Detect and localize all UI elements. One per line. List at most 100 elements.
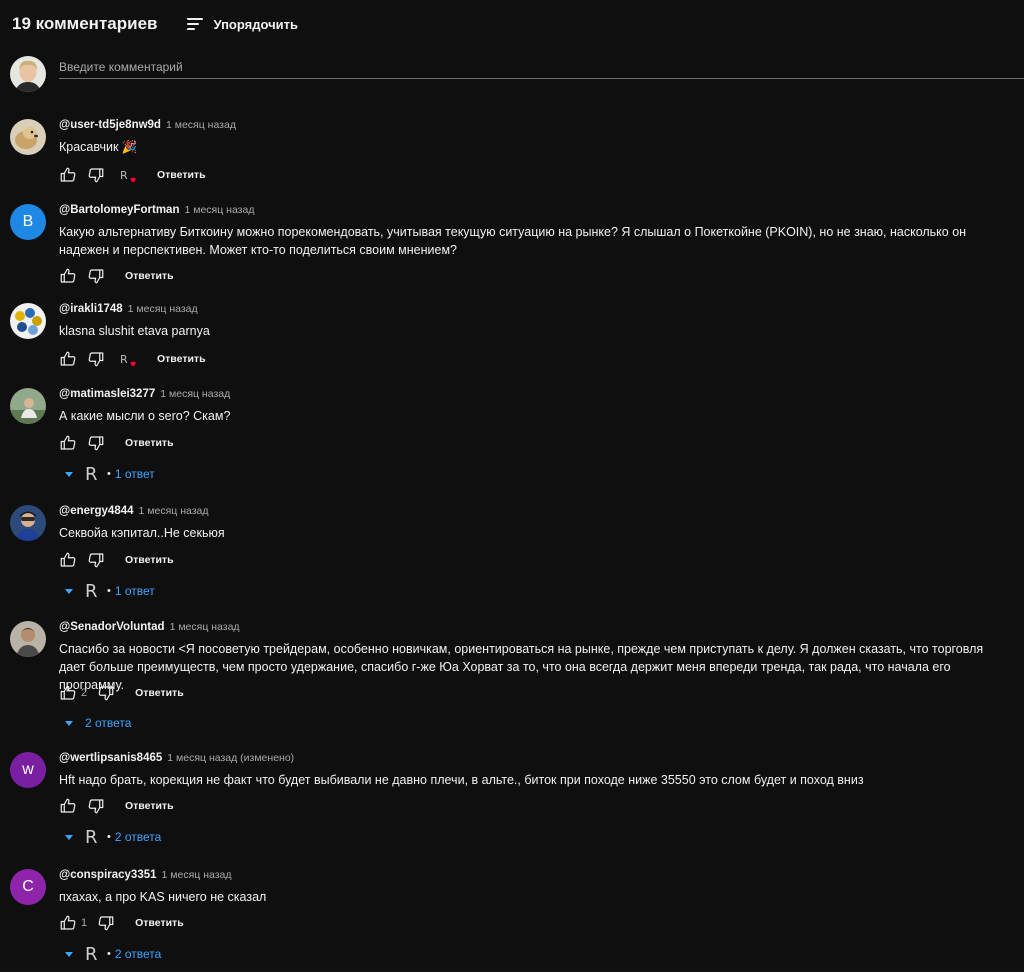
- sort-label: Упорядочить: [213, 16, 298, 32]
- svg-text:R: R: [120, 353, 128, 366]
- chevron-down-icon: [65, 471, 73, 477]
- comment-avatar[interactable]: [10, 119, 46, 155]
- comment-author[interactable]: @irakli1748: [59, 303, 123, 315]
- comment-time[interactable]: 1 месяц назад: [160, 388, 230, 400]
- comment-text: Спасибо за новости <Я посоветую трейдера…: [59, 642, 984, 692]
- like-icon[interactable]: [59, 797, 77, 815]
- comment-actions: Ответить: [59, 550, 174, 570]
- replies-separator: •: [107, 585, 111, 597]
- comment-text: Какую альтернативу Биткоину можно пореко…: [59, 225, 967, 257]
- comment-text: А какие мысли о sero? Скам?: [59, 409, 231, 423]
- comment-text: Hft надо брать, корекция не факт что буд…: [59, 773, 864, 787]
- comment-actions: 1 Ответить: [59, 913, 184, 933]
- comment-text: Секвойа кэпитал..Не секьюя: [59, 526, 225, 540]
- creator-heart-icon: R: [119, 166, 137, 184]
- comments-header: 19 комментариев Упорядочить: [12, 12, 298, 36]
- current-user-avatar: [10, 56, 46, 92]
- sort-button[interactable]: Упорядочить: [187, 17, 298, 32]
- comment-avatar[interactable]: [10, 388, 46, 424]
- comment-author[interactable]: @wertlipsanis8465: [59, 752, 162, 764]
- avatar-letter: w: [22, 761, 34, 778]
- dislike-icon[interactable]: [87, 166, 105, 184]
- comment-time[interactable]: 1 месяц назад: [139, 505, 209, 517]
- reply-button[interactable]: Ответить: [135, 687, 184, 699]
- view-replies-button[interactable]: 2 ответа: [59, 713, 131, 733]
- replies-count: 1 ответ: [114, 584, 155, 598]
- comment-composer: [10, 56, 1024, 92]
- like-icon[interactable]: [59, 350, 77, 368]
- comment-author[interactable]: @SenadorVoluntad: [59, 621, 165, 633]
- reply-button[interactable]: Ответить: [125, 437, 174, 449]
- creator-heart-icon: R: [119, 350, 137, 368]
- avatar-letter: B: [22, 213, 34, 230]
- reply-button[interactable]: Ответить: [157, 169, 206, 181]
- replies-separator: •: [107, 468, 111, 480]
- like-count: 1: [81, 917, 88, 929]
- reply-button[interactable]: Ответить: [125, 554, 174, 566]
- comment-actions: Ответить: [59, 796, 174, 816]
- chevron-down-icon: [65, 951, 73, 957]
- like-icon[interactable]: [59, 434, 77, 452]
- chevron-down-icon: [65, 588, 73, 594]
- comment-avatar[interactable]: w: [10, 752, 46, 788]
- like-count: 2: [81, 687, 88, 699]
- comment-actions: Ответить: [59, 266, 174, 286]
- comment-author[interactable]: @matimaslei3277: [59, 388, 155, 400]
- comment-time[interactable]: 1 месяц назад: [166, 119, 236, 131]
- comment-actions: R Ответить: [59, 165, 206, 185]
- replies-count: 2 ответа: [85, 716, 132, 730]
- comment-avatar[interactable]: [10, 621, 46, 657]
- reply-button[interactable]: Ответить: [125, 270, 174, 282]
- view-replies-button[interactable]: R • 2 ответа: [59, 943, 162, 965]
- avatar-letter: C: [22, 878, 34, 895]
- comment-time[interactable]: 1 месяц назад: [170, 621, 240, 633]
- comment-author[interactable]: @energy4844: [59, 505, 134, 517]
- comment-time[interactable]: 1 месяц назад: [128, 303, 198, 315]
- dislike-icon[interactable]: [87, 797, 105, 815]
- comment-time[interactable]: 1 месяц назад: [184, 204, 254, 216]
- dislike-icon[interactable]: [97, 684, 115, 702]
- like-icon[interactable]: [59, 551, 77, 569]
- like-icon[interactable]: [59, 267, 77, 285]
- dislike-icon[interactable]: [87, 267, 105, 285]
- comment-text: Красавчик 🎉: [59, 140, 138, 154]
- chevron-down-icon: [65, 720, 73, 726]
- comment-actions: 2 Ответить: [59, 683, 184, 703]
- comment-author[interactable]: @user-td5je8nw9d: [59, 119, 161, 131]
- dislike-icon[interactable]: [97, 914, 115, 932]
- creator-reply-icon: R: [85, 943, 98, 965]
- replies-count: 2 ответа: [114, 830, 162, 844]
- comment-input[interactable]: [59, 56, 1024, 79]
- dislike-icon[interactable]: [87, 350, 105, 368]
- like-icon[interactable]: [59, 166, 77, 184]
- dislike-icon[interactable]: [87, 551, 105, 569]
- comment-avatar[interactable]: [10, 505, 46, 541]
- view-replies-button[interactable]: R • 1 ответ: [59, 581, 155, 602]
- sort-icon: [187, 17, 204, 31]
- reply-button[interactable]: Ответить: [135, 917, 184, 929]
- comments-count: 19 комментариев: [12, 14, 158, 33]
- replies-count: 2 ответа: [114, 947, 162, 961]
- reply-button[interactable]: Ответить: [125, 800, 174, 812]
- comment-text: пхахах, а про KAS ничего не сказал: [59, 890, 267, 904]
- reply-button[interactable]: Ответить: [157, 353, 206, 365]
- replies-separator: •: [107, 948, 111, 960]
- replies-count: 1 ответ: [114, 467, 155, 481]
- comment-author[interactable]: @BartolomeyFortman: [59, 204, 179, 216]
- creator-reply-icon: R: [85, 826, 98, 848]
- comment-author[interactable]: @conspiracy3351: [59, 869, 157, 881]
- comment-actions: R Ответить: [59, 349, 206, 369]
- comment-text: klasna slushit etava parnya: [59, 324, 210, 338]
- comment-time[interactable]: 1 месяц назад: [162, 869, 232, 881]
- comment-time[interactable]: 1 месяц назад (изменено): [167, 752, 294, 764]
- comment-avatar[interactable]: [10, 303, 46, 339]
- view-replies-button[interactable]: R • 2 ответа: [59, 826, 162, 848]
- dislike-icon[interactable]: [87, 434, 105, 452]
- view-replies-button[interactable]: R • 1 ответ: [59, 463, 155, 485]
- like-icon[interactable]: [59, 914, 77, 932]
- chevron-down-icon: [65, 834, 73, 840]
- comment-avatar[interactable]: C: [10, 869, 46, 905]
- like-icon[interactable]: [59, 684, 77, 702]
- comment-avatar[interactable]: B: [10, 204, 46, 240]
- creator-reply-icon: R: [85, 463, 98, 485]
